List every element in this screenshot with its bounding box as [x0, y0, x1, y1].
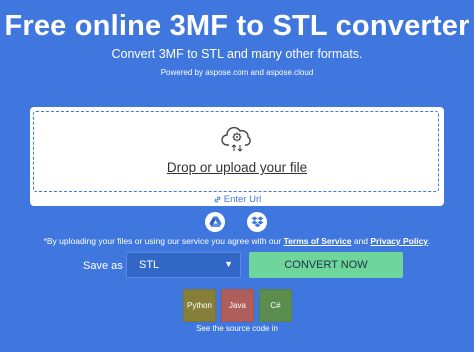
terms-suffix: . — [428, 236, 431, 246]
java-source-button[interactable]: Java — [221, 289, 254, 322]
upload-panel: Drop or upload your file Enter Url — [30, 107, 444, 206]
aspose-cloud-link[interactable]: aspose.cloud — [266, 68, 313, 77]
dropbox-icon — [251, 216, 263, 228]
privacy-policy-link[interactable]: Privacy Policy — [370, 236, 428, 246]
file-drop-zone[interactable]: Drop or upload your file — [33, 111, 439, 192]
powered-prefix: Powered by — [160, 68, 206, 77]
enter-url-label: Enter Url — [223, 194, 262, 205]
csharp-source-button[interactable]: C# — [259, 289, 292, 322]
python-source-button[interactable]: Python — [183, 289, 216, 322]
cloud-upload-icon — [221, 126, 251, 152]
google-drive-button[interactable] — [205, 212, 225, 232]
page-subtitle: Convert 3MF to STL and many other format… — [111, 47, 363, 61]
page-title: Free online 3MF to STL converter — [4, 10, 470, 42]
drop-upload-link[interactable]: Drop or upload your file — [34, 160, 440, 175]
dropbox-button[interactable] — [247, 212, 267, 232]
link-icon — [214, 196, 221, 203]
output-format-select[interactable]: STL ▼ — [126, 252, 241, 278]
convert-now-button[interactable]: CONVERT NOW — [249, 252, 403, 278]
aspose-com-link[interactable]: aspose.com — [205, 68, 248, 77]
terms-prefix: *By uploading your files or using our se… — [43, 236, 284, 246]
google-drive-icon — [209, 216, 221, 227]
powered-by: Powered by aspose.com and aspose.cloud — [0, 68, 474, 77]
powered-and: and — [248, 68, 267, 77]
terms-notice: *By uploading your files or using our se… — [0, 236, 474, 246]
terms-of-service-link[interactable]: Terms of Service — [284, 236, 352, 246]
chevron-down-icon: ▼ — [224, 259, 233, 269]
format-value: STL — [139, 259, 160, 271]
save-as-label: Save as — [83, 260, 123, 272]
source-code-note: See the source code in — [196, 324, 278, 333]
enter-url-link[interactable]: Enter Url — [30, 194, 444, 205]
terms-and: and — [351, 236, 371, 246]
